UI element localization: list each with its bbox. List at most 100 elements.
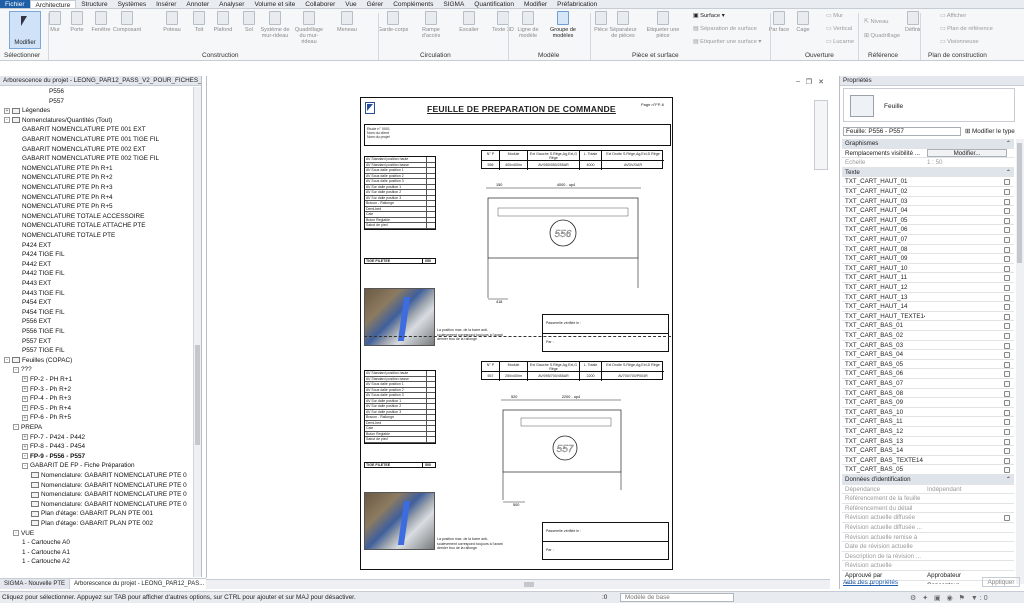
instance-selector[interactable]: Feuille: P556 - P557 [843,127,961,136]
tree-item[interactable]: GABARIT NOMENCLATURE PTE 002 EXT [22,145,146,155]
property-checkbox[interactable] [1004,285,1010,291]
tree-item[interactable]: -??? [13,365,32,375]
tree-item[interactable]: - FP-9 - P556 - P557 [22,452,85,462]
tab-5[interactable]: Annoter [181,0,214,8]
property-checkbox[interactable] [1004,198,1010,205]
tree-item[interactable]: P556 TIGE FIL [22,327,65,337]
tool-10[interactable]: Meneau [330,11,364,49]
tree-item[interactable]: + FP-2 - PH R+1 [22,375,72,385]
drawing-canvas[interactable]: – ❐ ✕ FEUILLE DE PREPARATION DE COMMANDE… [206,76,830,578]
tree-item[interactable]: P556 EXT [22,317,51,327]
viewer-button[interactable]: ▭ Visionneuse [940,39,979,45]
property-row[interactable]: TXT_CART_HAUT_09 [842,254,1014,264]
tool-8[interactable]: Système de mur-rideau [258,11,292,49]
tree-toggle-icon[interactable]: + [22,443,28,450]
tool-9[interactable]: Quadrillage du mur-rideau [292,11,326,49]
tool-19[interactable]: Etiqueter une pièce [646,11,680,49]
property-checkbox[interactable] [1004,419,1010,426]
property-checkbox[interactable] [1004,275,1010,282]
tree-toggle-icon[interactable]: + [4,107,10,114]
tree-toggle-icon[interactable]: - [22,462,28,469]
tree-item[interactable]: NOMENCLATURE PTE Ph R+3 [22,183,113,193]
level-button[interactable]: ⇱ Niveau [864,19,889,25]
tree-toggle-icon[interactable]: + [22,395,28,402]
tool-3[interactable]: Composant [110,11,144,49]
tree-toggle-icon[interactable]: - [13,366,19,373]
property-row[interactable]: Révision actuelle diffusée [842,513,1014,523]
tree-item[interactable]: P557 TIGE FIL [22,346,65,356]
property-checkbox[interactable] [1004,313,1010,320]
tree-item[interactable]: 1 - Cartouche A1 [22,548,70,558]
property-checkbox[interactable] [1004,237,1010,243]
property-row[interactable]: TXT_CART_HAUT_14 [842,302,1014,312]
property-row[interactable]: TXT_CART_BAS_11 [842,417,1014,427]
restore-icon[interactable]: ❐ [806,78,812,86]
tree-item[interactable]: NOMENCLATURE TOTALE PTE [22,231,115,241]
tree-item[interactable]: 1 - Cartouche A0 [22,538,70,548]
tree-item[interactable]: 1 - Cartouche A2 [22,557,70,567]
tree-item[interactable]: NOMENCLATURE PTE Ph R+5 [22,202,113,212]
tree-item[interactable]: + FP-6 - Ph R+5 [22,413,71,423]
collapse-icon[interactable]: ⌃ [1006,475,1011,484]
tree-item[interactable]: P454 TIGE FIL [22,308,65,318]
tree-toggle-icon[interactable]: + [22,414,28,421]
properties-help-link[interactable]: Aide des propriétés [843,579,898,586]
property-row[interactable]: TXT_CART_BAS_14 [842,446,1014,456]
property-row[interactable]: TXT_CART_HAUT_01 [842,177,1014,187]
tree-item[interactable]: + FP-3 - Ph R+2 [22,385,71,395]
tree-toggle-icon[interactable]: + [22,376,28,383]
property-row[interactable]: Référencement de la feuille [842,494,1014,504]
tree-item[interactable]: P557 EXT [22,337,51,347]
tool-18[interactable]: Séparateur de pièces [606,11,640,49]
property-checkbox[interactable] [1004,208,1010,215]
tree-item[interactable]: Plan d'étage: GABARIT PLAN PTE 002 [31,519,153,529]
navigation-bar[interactable] [814,100,828,170]
property-row[interactable]: TXT_CART_HAUT_13 [842,293,1014,303]
tab-4[interactable]: Insérer [151,0,181,8]
property-row[interactable]: TXT_CART_HAUT_07 [842,235,1014,245]
tree-item[interactable]: Nomenclature: GABARIT NOMENCLATURE PTE 0 [31,471,187,481]
tree-item[interactable]: P454 EXT [22,298,51,308]
property-row[interactable]: TXT_CART_HAUT_10 [842,264,1014,274]
tree-item[interactable]: - Feuilles (COPAC) [4,356,72,366]
tree-item[interactable]: + FP-5 - Ph R+4 [22,404,71,414]
tree-toggle-icon[interactable]: - [4,117,10,124]
property-row[interactable]: TXT_CART_BAS_12 [842,427,1014,437]
tree-item[interactable]: P557 [49,97,64,107]
property-checkbox[interactable] [1004,352,1010,359]
mur-opening-button[interactable]: ▭ Mur [826,13,843,19]
properties-scrollbar[interactable] [1016,139,1024,584]
property-checkbox[interactable] [1004,265,1010,272]
property-checkbox[interactable] [1004,448,1010,455]
property-row[interactable]: TXT_CART_HAUT_11 [842,273,1014,283]
tool-15[interactable]: Ligne de modèle [511,11,545,49]
tree-item[interactable]: P556 [49,87,64,97]
tab-9[interactable]: Vue [340,0,361,8]
tool-12[interactable]: Rampe d'accès [414,11,448,49]
tab-10[interactable]: Gérer [362,0,389,8]
collapse-icon[interactable]: ⌃ [1006,168,1011,177]
tab-7[interactable]: Volume et site [249,0,300,8]
tab-14[interactable]: Modifier [519,0,552,8]
tree-item[interactable]: GABARIT NOMENCLATURE PTE 002 TIGE FIL [22,154,159,164]
tab-6[interactable]: Analyser [214,0,249,8]
tab-3[interactable]: Systèmes [113,0,152,8]
tree-item[interactable]: + Légendes [4,106,50,116]
surface-button[interactable]: ▣ Surface ▾ [693,13,725,19]
tree-toggle-icon[interactable]: - [13,529,19,536]
tree-toggle-icon[interactable]: - [22,453,28,460]
property-checkbox[interactable] [1004,457,1010,464]
property-row[interactable]: TXT_CART_BAS_07 [842,379,1014,389]
separation-surface-button[interactable]: ▤ Séparation de surface [693,26,757,32]
lucarne-button[interactable]: ▭ Lucarne [826,39,854,45]
property-checkbox[interactable] [1004,294,1010,301]
property-row[interactable]: TXT_CART_BAS_08 [842,389,1014,399]
property-checkbox[interactable] [1004,400,1010,407]
tree-item[interactable]: Nomenclature: GABARIT NOMENCLATURE PTE 0 [31,481,187,491]
tab-0[interactable]: Fichier [0,0,30,8]
property-row[interactable]: TXT_CART_HAUT_02 [842,187,1014,197]
tool-22[interactable]: Définir [896,11,930,49]
property-row[interactable]: TXT_CART_HAUT_06 [842,225,1014,235]
tree-item[interactable]: NOMENCLATURE TOTALE ACCESSOIRE [22,212,144,222]
property-checkbox[interactable] [1004,246,1010,253]
